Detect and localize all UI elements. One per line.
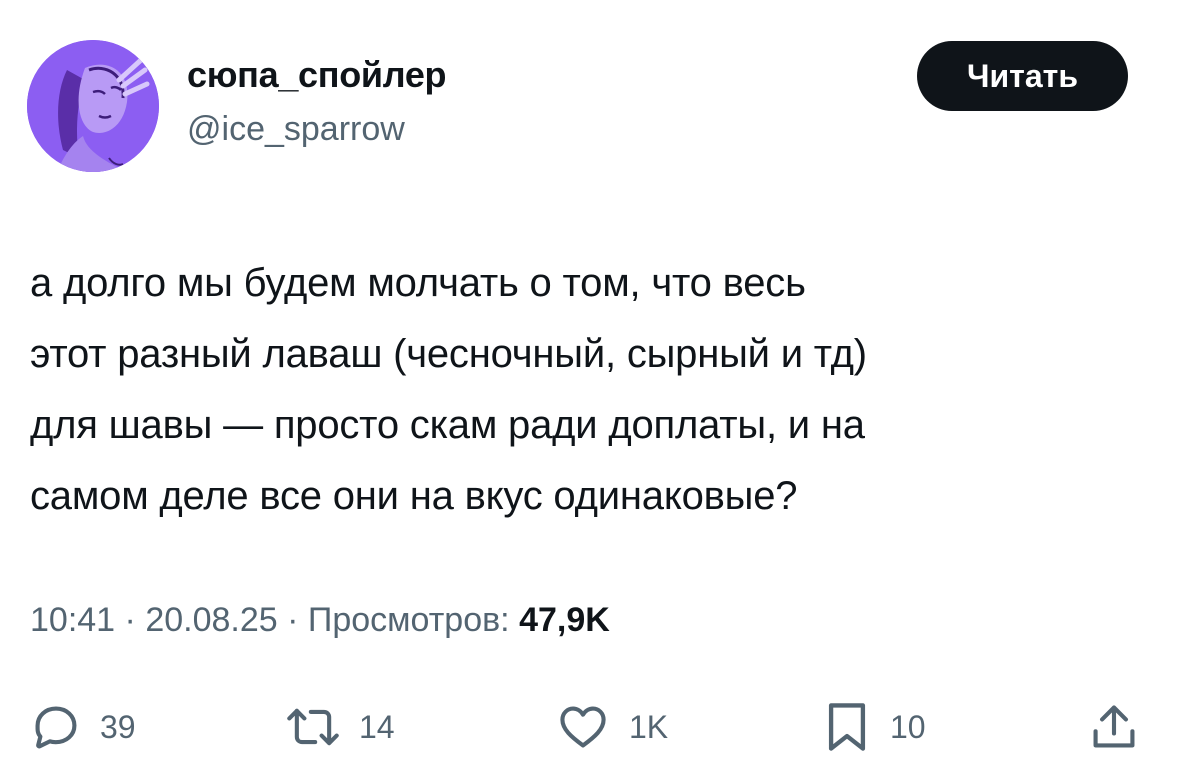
- retweet-button[interactable]: 14: [285, 697, 395, 757]
- tweet-time[interactable]: 10:41: [30, 601, 115, 639]
- bookmark-icon: [822, 699, 872, 755]
- reply-button[interactable]: 39: [30, 697, 136, 757]
- tweet-date[interactable]: 20.08.25: [145, 601, 277, 639]
- follow-button[interactable]: Читать: [917, 41, 1128, 111]
- tweet-text-line: а долго мы будем молчать о том, что весь: [30, 261, 806, 305]
- author-handle[interactable]: @ice_sparrow: [187, 110, 405, 149]
- views-label: Просмотров:: [307, 601, 510, 639]
- retweet-count: 14: [359, 708, 395, 745]
- avatar-illustration: [27, 40, 159, 172]
- share-icon: [1088, 699, 1140, 755]
- share-button[interactable]: [1088, 697, 1140, 757]
- heart-icon: [555, 701, 611, 753]
- like-button[interactable]: 1K: [555, 697, 668, 757]
- tweet-text: а долго мы будем молчать о том, что весь…: [30, 248, 1155, 532]
- avatar[interactable]: [27, 40, 159, 172]
- tweet-text-line: этот разный лаваш (чесночный, сырный и т…: [30, 332, 867, 376]
- meta-separator: ·: [287, 601, 299, 639]
- meta-separator: ·: [124, 601, 136, 639]
- tweet-meta: 10:41 · 20.08.25 · Просмотров: 47,9K: [30, 601, 610, 640]
- views-count: 47,9K: [519, 601, 610, 639]
- reply-icon: [30, 701, 82, 753]
- tweet-text-line: для шавы — просто скам ради доплаты, и н…: [30, 403, 865, 447]
- reply-count: 39: [100, 708, 136, 745]
- retweet-icon: [285, 701, 341, 753]
- tweet-text-line: самом деле все они на вкус одинаковые?: [30, 474, 798, 518]
- bookmark-count: 10: [890, 708, 926, 745]
- author-display-name[interactable]: сюпа_спойлер: [187, 54, 447, 96]
- bookmark-button[interactable]: 10: [822, 697, 926, 757]
- like-count: 1K: [629, 708, 669, 745]
